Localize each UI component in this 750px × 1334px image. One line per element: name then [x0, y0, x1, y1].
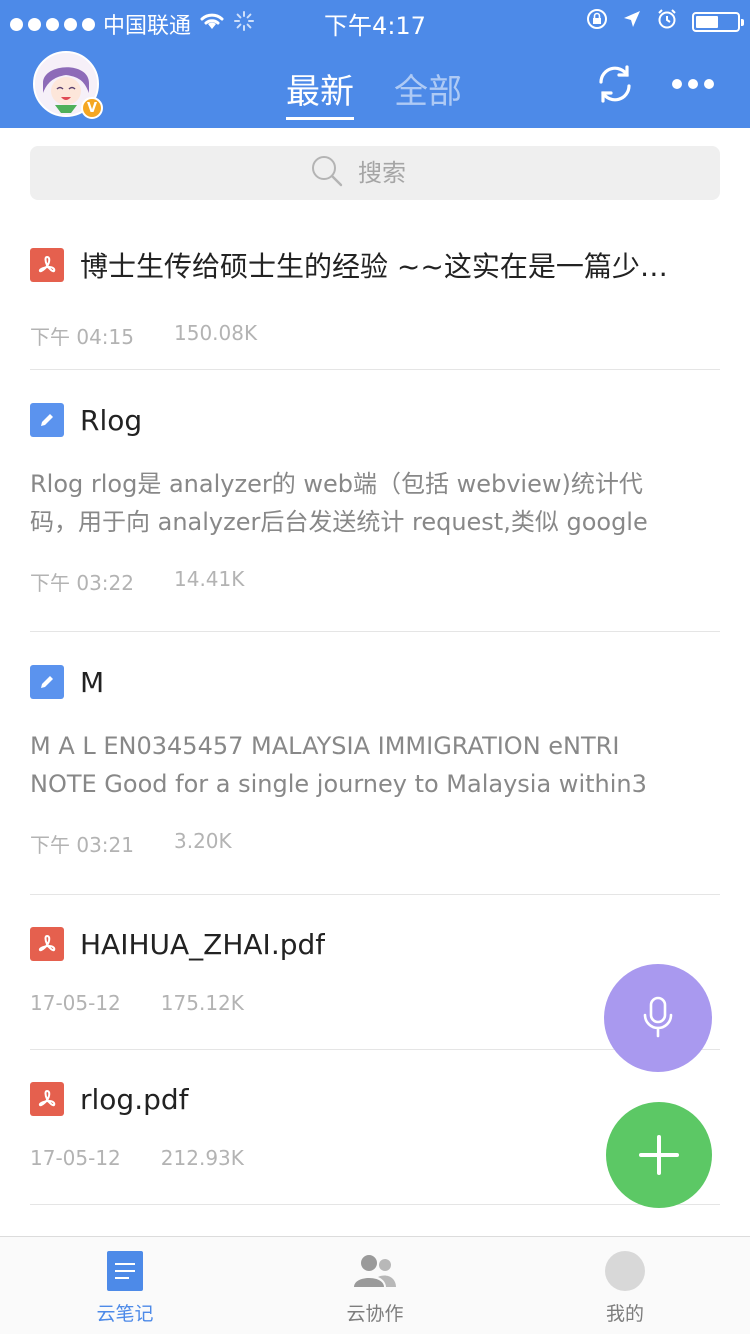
tab-latest[interactable]: 最新: [286, 64, 354, 120]
plus-icon: [639, 1135, 679, 1175]
search-input[interactable]: [356, 158, 440, 188]
note-title: 博士生传给硕士生的经验 ~~这实在是一篇少…: [80, 250, 668, 283]
note-title: rlog.pdf: [80, 1082, 189, 1116]
search-icon: [310, 154, 344, 192]
alarm-icon: [656, 8, 678, 36]
tab-label: 云协作: [346, 1303, 404, 1325]
add-note-button[interactable]: [606, 1102, 712, 1208]
header-tabs: 最新 全部: [286, 64, 462, 120]
note-list: 博士生传给硕士生的经验 ~~这实在是一篇少… 下午 04:15 150.08K …: [30, 210, 720, 1240]
note-snippet-line: 码，用于向 analyzer后台发送统计 request,类似 google: [30, 508, 648, 536]
header-bar: V 最新 全部: [0, 40, 750, 128]
note-time: 下午 03:21: [30, 833, 134, 857]
battery-icon: [692, 12, 744, 32]
note-size: 212.93K: [160, 1146, 244, 1170]
note-time: 下午 03:22: [30, 571, 134, 595]
note-file-icon: [30, 403, 64, 437]
tab-label: 我的: [605, 1303, 644, 1325]
note-snippet-line: M A L EN0345457 MALAYSIA IMMIGRATION eNT…: [30, 732, 620, 760]
tab-mine[interactable]: 我的: [555, 1251, 695, 1326]
note-snippet-line: NOTE Good for a single journey to Malays…: [30, 770, 647, 798]
location-icon: [622, 9, 642, 35]
note-snippet-line: Rlog rlog是 analyzer的 web端（包括 webview)统计代: [30, 470, 643, 498]
pdf-file-icon: [30, 927, 64, 961]
rotation-lock-icon: [586, 8, 608, 36]
people-icon: [354, 1255, 396, 1287]
note-title: M: [80, 665, 105, 699]
more-icon[interactable]: [669, 60, 717, 108]
note-size: 175.12K: [160, 991, 244, 1015]
list-item[interactable]: Rlog Rlog rlog是 analyzer的 web端（包括 webvie…: [30, 370, 720, 632]
bottom-tab-bar: 云笔记 云协作 我的: [0, 1236, 750, 1334]
tab-all[interactable]: 全部: [394, 64, 462, 120]
note-size: 14.41K: [174, 567, 245, 591]
status-bar: 中国联通 下午4:17: [0, 0, 750, 40]
profile-icon: [605, 1251, 645, 1291]
pdf-file-icon: [30, 1082, 64, 1116]
note-time: 下午 04:15: [30, 325, 134, 349]
note-file-icon: [30, 665, 64, 699]
note-snippet: M A L EN0345457 MALAYSIA IMMIGRATION eNT…: [30, 727, 720, 803]
vip-badge: V: [81, 97, 103, 119]
voice-note-button[interactable]: [604, 964, 712, 1072]
list-item[interactable]: 博士生传给硕士生的经验 ~~这实在是一篇少… 下午 04:15 150.08K: [30, 210, 720, 370]
note-size: 3.20K: [174, 829, 232, 853]
user-avatar[interactable]: V: [33, 51, 103, 119]
note-time: 17-05-12: [30, 991, 121, 1015]
note-snippet: Rlog rlog是 analyzer的 web端（包括 webview)统计代…: [30, 465, 720, 541]
list-item-partial[interactable]: [30, 1205, 720, 1240]
list-item[interactable]: M M A L EN0345457 MALAYSIA IMMIGRATION e…: [30, 632, 720, 895]
tab-cloud-notes[interactable]: 云笔记: [55, 1251, 195, 1326]
tab-label: 云笔记: [96, 1303, 154, 1325]
microphone-icon: [643, 996, 673, 1038]
tab-collaboration[interactable]: 云协作: [305, 1251, 445, 1326]
search-bar[interactable]: [30, 146, 720, 200]
note-title: HAIHUA_ZHAI.pdf: [80, 927, 326, 961]
notes-icon: [107, 1251, 143, 1291]
pdf-file-icon: [30, 248, 64, 282]
note-title: Rlog: [80, 403, 143, 437]
note-size: 150.08K: [174, 321, 258, 345]
refresh-icon[interactable]: [591, 60, 639, 108]
note-time: 17-05-12: [30, 1146, 121, 1170]
battery-level: [696, 16, 718, 28]
